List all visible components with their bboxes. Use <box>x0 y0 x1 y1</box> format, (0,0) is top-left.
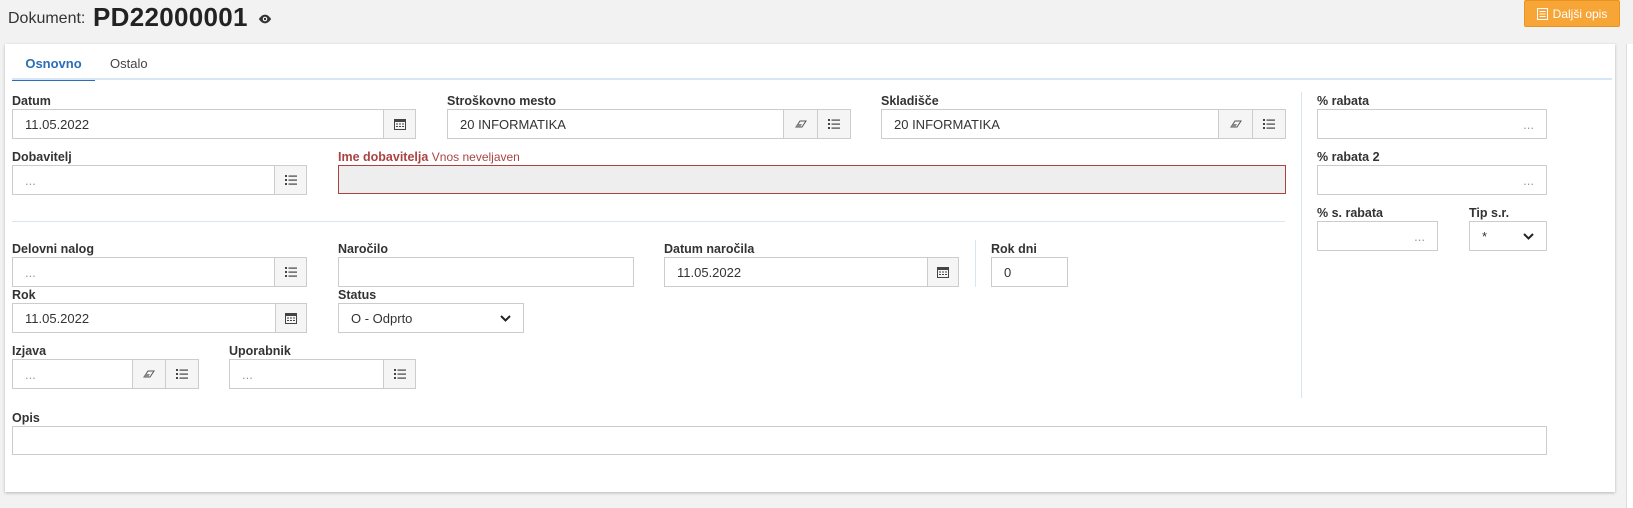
list-icon[interactable] <box>383 359 416 389</box>
validation-error: Vnos neveljaven <box>431 150 520 164</box>
skladisce-label: Skladišče <box>881 94 939 108</box>
chevron-down-icon <box>1523 232 1534 240</box>
tab-ostalo[interactable]: Ostalo <box>110 56 148 78</box>
tip-sr-select[interactable]: * <box>1469 221 1547 251</box>
datum-label: Datum <box>12 94 51 108</box>
narocilo-label: Naročilo <box>338 242 389 256</box>
dobavitelj-input[interactable]: ... <box>12 165 275 195</box>
rok-dni-label: Rok dni <box>991 242 1037 256</box>
stroskovno-mesto-input[interactable]: 20 INFORMATIKA <box>447 109 784 139</box>
list-icon[interactable] <box>274 165 307 195</box>
eraser-icon[interactable] <box>132 359 166 389</box>
ime-dobavitelja-label-group: Ime dobavitelja Vnos neveljaven <box>338 150 520 164</box>
datum-narocila-label: Datum naročila <box>664 242 755 256</box>
izjava-label: Izjava <box>12 344 47 358</box>
calendar-icon[interactable] <box>383 109 416 139</box>
document-icon <box>1536 7 1548 20</box>
uporabnik-label: Uporabnik <box>229 344 291 358</box>
opis-label: Opis <box>12 411 40 425</box>
tip-sr-value: * <box>1482 228 1488 244</box>
list-icon[interactable] <box>274 257 307 287</box>
s-rabat-label: % s. rabata <box>1317 206 1384 220</box>
rok-dni-input[interactable]: 0 <box>991 257 1068 287</box>
rabat-input[interactable]: ... <box>1317 109 1547 139</box>
column-divider <box>1301 92 1302 398</box>
status-label: Status <box>338 288 377 302</box>
rok-label: Rok <box>12 288 36 302</box>
tabs-divider <box>12 78 1612 80</box>
rok-input[interactable]: 11.05.2022 <box>12 303 276 333</box>
more-description-label: Daljši opis <box>1552 6 1608 21</box>
more-description-button[interactable]: Daljši opis <box>1524 0 1620 27</box>
calendar-icon[interactable] <box>927 257 959 287</box>
tip-sr-label: Tip s.r. <box>1469 206 1510 220</box>
dobavitelj-label: Dobavitelj <box>12 150 72 164</box>
uporabnik-input[interactable]: ... <box>229 359 384 389</box>
section-divider <box>12 221 1285 222</box>
datum-input[interactable]: 11.05.2022 <box>12 109 384 139</box>
status-select[interactable]: O - Odprto <box>338 303 524 333</box>
right-scroll-edge <box>1626 44 1633 508</box>
s-rabat-input[interactable]: ... <box>1317 221 1438 251</box>
document-number: PD22000001 <box>93 2 248 32</box>
rabat-label: % rabata <box>1317 94 1370 108</box>
chevron-down-icon <box>500 314 511 322</box>
opis-input[interactable] <box>12 426 1547 455</box>
status-value: O - Odprto <box>351 310 413 326</box>
rok-divider <box>975 240 976 287</box>
delovni-nalog-label: Delovni nalog <box>12 242 94 256</box>
narocilo-input[interactable] <box>338 257 634 287</box>
eraser-icon[interactable] <box>783 109 818 139</box>
rabat2-input[interactable]: ... <box>1317 165 1547 195</box>
rabat2-label: % rabata 2 <box>1317 150 1380 164</box>
eye-icon[interactable] <box>258 12 272 26</box>
eraser-icon[interactable] <box>1218 109 1253 139</box>
stroskovno-mesto-label: Stroškovno mesto <box>447 94 557 108</box>
list-icon[interactable] <box>1252 109 1286 139</box>
izjava-input[interactable]: ... <box>12 359 133 389</box>
list-icon[interactable] <box>817 109 851 139</box>
ime-dobavitelja-label: Ime dobavitelja <box>338 150 429 164</box>
calendar-icon[interactable] <box>275 303 307 333</box>
list-icon[interactable] <box>165 359 199 389</box>
delovni-nalog-input[interactable]: ... <box>12 257 275 287</box>
datum-narocila-input[interactable]: 11.05.2022 <box>664 257 928 287</box>
ime-dobavitelja-input[interactable] <box>338 165 1286 194</box>
document-label: Dokument: <box>8 10 86 27</box>
skladisce-input[interactable]: 20 INFORMATIKA <box>881 109 1219 139</box>
